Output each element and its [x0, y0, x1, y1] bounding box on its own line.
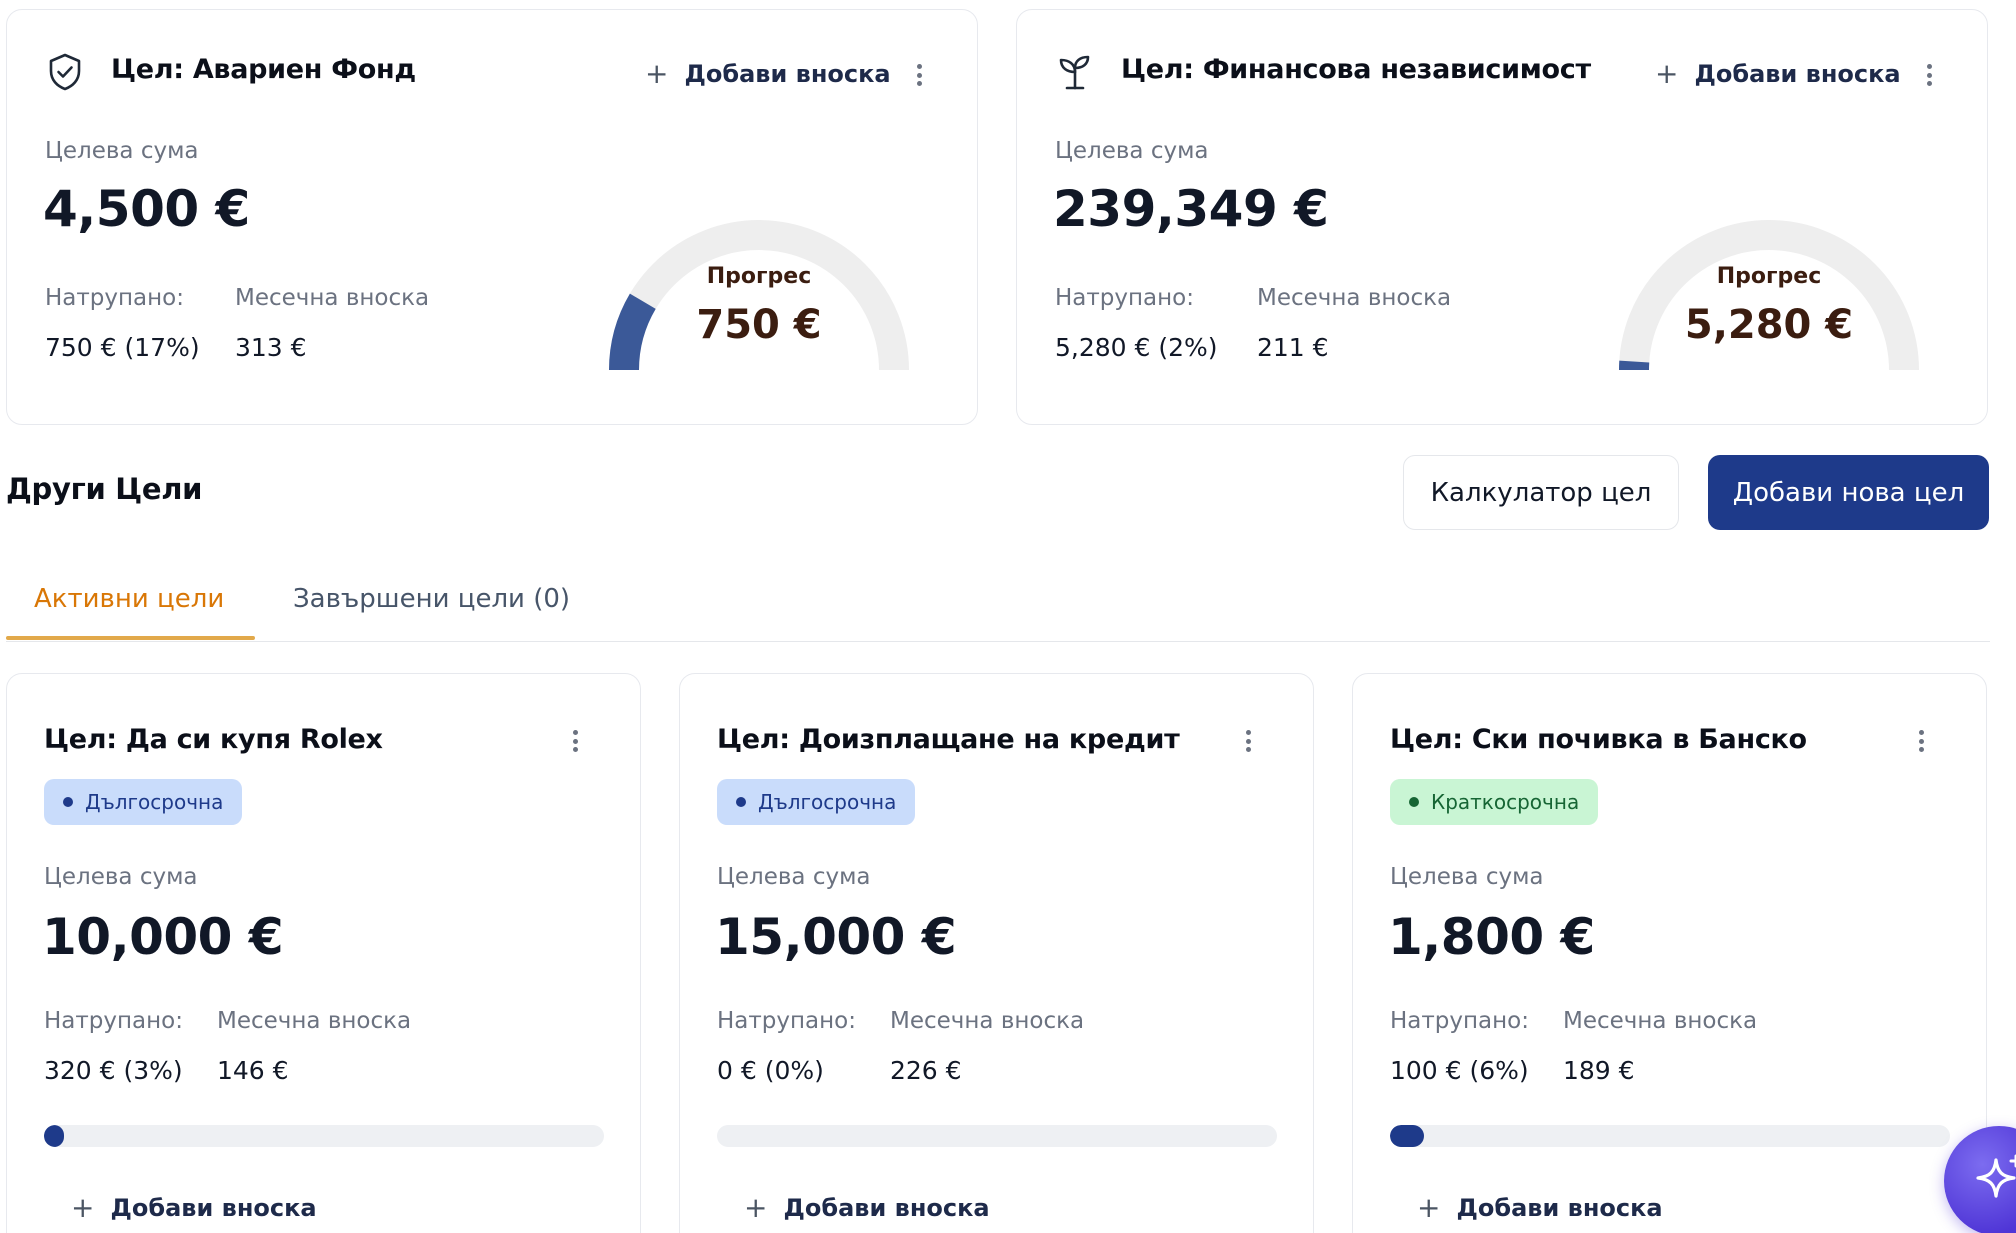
- more-options-icon[interactable]: [568, 726, 582, 756]
- sparkles-icon: [1976, 1154, 2016, 1198]
- add-contribution-label: Добави вноска: [783, 1194, 990, 1222]
- saved-value: 100 € (6%): [1390, 1056, 1529, 1085]
- progress-bar: [44, 1125, 604, 1147]
- target-value: 10,000 €: [42, 908, 284, 966]
- monthly-label: Месечна вноска: [1563, 1008, 1758, 1034]
- progress-label: Прогрес: [706, 264, 812, 289]
- progress-gauge: Прогрес 5,280 €: [1614, 210, 1924, 371]
- term-badge: Дългосрочна: [44, 779, 243, 825]
- progress-bar: [717, 1125, 1277, 1147]
- active-tab-underline: [6, 636, 255, 640]
- saved-value: 5,280 € (2%): [1055, 333, 1218, 362]
- goal-card-bansko-ski: Цел: Ски почивка в Банско Краткосрочна Ц…: [1352, 673, 1987, 1233]
- badge-label: Краткосрочна: [1431, 790, 1580, 814]
- more-options-icon[interactable]: [1922, 60, 1936, 90]
- saved-label: Натрупано:: [717, 1008, 856, 1034]
- card-header: Цел: Финансова независимост + Добави вно…: [1055, 48, 1947, 96]
- more-options-icon[interactable]: [912, 60, 926, 90]
- goal-card-loan-payoff: Цел: Доизплащане на кредит Дългосрочна Ц…: [679, 673, 1314, 1233]
- goal-title: Цел: Ски почивка в Банско: [1390, 724, 1807, 755]
- target-label: Целева сума: [45, 138, 199, 164]
- progress-bar: [1390, 1125, 1950, 1147]
- monthly-value: 189 €: [1563, 1056, 1635, 1085]
- badge-dot: [736, 797, 746, 807]
- progress-bar-fill: [1390, 1125, 1424, 1147]
- saved-label: Натрупано:: [44, 1008, 183, 1034]
- progress-label: Прогрес: [1716, 264, 1822, 289]
- add-contribution-button[interactable]: + Добави вноска: [744, 1191, 990, 1224]
- card-header: Цел: Авариен Фонд + Добави вноска: [45, 48, 937, 96]
- add-contribution-label: Добави вноска: [684, 60, 891, 88]
- badge-label: Дългосрочна: [85, 790, 224, 814]
- badge-dot: [1409, 797, 1419, 807]
- plus-icon: +: [71, 1191, 95, 1224]
- add-contribution-button[interactable]: + Добави вноска: [1417, 1191, 1663, 1224]
- goal-title: Цел: Финансова независимост: [1121, 54, 1591, 85]
- saved-value: 320 € (3%): [44, 1056, 183, 1085]
- target-value: 1,800 €: [1388, 908, 1595, 966]
- add-contribution-button[interactable]: + Добави вноска: [645, 57, 891, 90]
- saved-value: 750 € (17%): [45, 333, 200, 362]
- monthly-label: Месечна вноска: [890, 1008, 1085, 1034]
- monthly-label: Месечна вноска: [217, 1008, 412, 1034]
- add-contribution-label: Добави вноска: [110, 1194, 317, 1222]
- sprout-icon: [1059, 55, 1090, 90]
- tab-completed-goals[interactable]: Завършени цели (0): [293, 584, 570, 614]
- monthly-value: 313 €: [235, 333, 307, 362]
- target-label: Целева сума: [1390, 864, 1544, 890]
- target-label: Целева сума: [44, 864, 198, 890]
- more-options-icon[interactable]: [1914, 726, 1928, 756]
- term-badge: Дългосрочна: [717, 779, 916, 825]
- add-contribution-label: Добави вноска: [1694, 60, 1901, 88]
- target-value: 15,000 €: [715, 908, 957, 966]
- goal-card-financial-independence: Цел: Финансова независимост + Добави вно…: [1016, 9, 1988, 425]
- goals-page: Цел: Авариен Фонд + Добави вноска Целева…: [0, 0, 2016, 1233]
- target-label: Целева сума: [1055, 138, 1209, 164]
- target-label: Целева сума: [717, 864, 871, 890]
- add-contribution-label: Добави вноска: [1456, 1194, 1663, 1222]
- progress-value: 5,280 €: [1684, 302, 1854, 348]
- progress-value: 750 €: [696, 302, 822, 348]
- goal-card-emergency-fund: Цел: Авариен Фонд + Добави вноска Целева…: [6, 9, 978, 425]
- goal-card-rolex: Цел: Да си купя Rolex Дългосрочна Целева…: [6, 673, 641, 1233]
- badge-label: Дългосрочна: [758, 790, 897, 814]
- add-new-goal-button[interactable]: Добави нова цел: [1708, 455, 1989, 530]
- saved-label: Натрупано:: [45, 285, 184, 311]
- target-value: 4,500 €: [43, 180, 250, 238]
- plus-icon: +: [744, 1191, 768, 1224]
- goal-title: Цел: Авариен Фонд: [111, 54, 416, 85]
- plus-icon: +: [1417, 1191, 1441, 1224]
- saved-label: Натрупано:: [1390, 1008, 1529, 1034]
- more-options-icon[interactable]: [1241, 726, 1255, 756]
- target-value: 239,349 €: [1053, 180, 1329, 238]
- add-contribution-button[interactable]: + Добави вноска: [71, 1191, 317, 1224]
- progress-gauge: Прогрес 750 €: [604, 210, 914, 371]
- term-badge: Краткосрочна: [1390, 779, 1599, 825]
- monthly-label: Месечна вноска: [1257, 285, 1452, 311]
- section-title: Други Цели: [6, 472, 203, 506]
- badge-dot: [63, 797, 73, 807]
- saved-value: 0 € (0%): [717, 1056, 824, 1085]
- monthly-value: 226 €: [890, 1056, 962, 1085]
- progress-bar-fill: [44, 1125, 64, 1147]
- goal-title: Цел: Доизплащане на кредит: [717, 724, 1180, 755]
- tab-active-goals[interactable]: Активни цели: [34, 584, 224, 614]
- plus-icon: +: [645, 57, 669, 90]
- saved-label: Натрупано:: [1055, 285, 1194, 311]
- shield-check-icon: [49, 53, 81, 91]
- monthly-value: 146 €: [217, 1056, 289, 1085]
- goal-tabs: Активни цели Завършени цели (0): [6, 570, 1990, 642]
- monthly-value: 211 €: [1257, 333, 1329, 362]
- goal-calculator-button[interactable]: Калкулатор цел: [1403, 455, 1679, 530]
- monthly-label: Месечна вноска: [235, 285, 430, 311]
- plus-icon: +: [1655, 57, 1679, 90]
- add-contribution-button[interactable]: + Добави вноска: [1655, 57, 1901, 90]
- goal-title: Цел: Да си купя Rolex: [44, 724, 383, 755]
